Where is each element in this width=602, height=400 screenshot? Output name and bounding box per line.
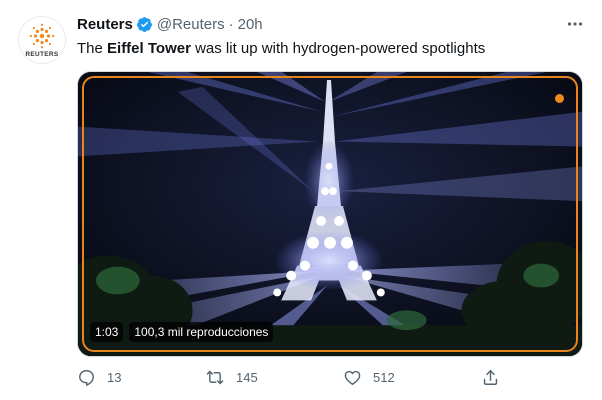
share-button[interactable] (481, 368, 500, 387)
like-button[interactable]: 512 (343, 368, 395, 387)
tweet-timestamp[interactable]: 20h (238, 16, 263, 33)
header-separator: · (228, 15, 234, 33)
like-count: 512 (373, 370, 395, 385)
tweet-text-bold: Eiffel Tower (107, 40, 191, 57)
retweet-icon (206, 370, 224, 385)
tweet-text-start: The (77, 40, 108, 57)
video-player[interactable]: 1:03 100,3 mil reproducciones (77, 71, 583, 357)
author-name[interactable]: Reuters (77, 16, 133, 33)
video-view-count: 100,3 mil reproducciones (129, 322, 274, 342)
reply-count: 13 (107, 370, 122, 385)
video-meta: 1:03 100,3 mil reproducciones (90, 322, 274, 342)
avatar[interactable]: REUTERS (18, 16, 66, 64)
more-button[interactable] (566, 15, 584, 33)
video-frame (78, 72, 582, 356)
tweet-card[interactable]: REUTERS Reuters @Reuters · 20h The Eiffe… (0, 0, 602, 400)
tweet-text-end: was lit up with hydrogen-powered spotlig… (190, 40, 486, 57)
avatar-wordmark: REUTERS (25, 50, 59, 58)
reply-icon (79, 370, 94, 386)
author-handle[interactable]: @Reuters (157, 16, 225, 33)
reply-button[interactable]: 13 (77, 368, 121, 387)
more-icon (567, 22, 583, 26)
heart-icon (344, 370, 361, 385)
tweet-text: The Eiffel Tower was lit up with hydroge… (77, 39, 485, 59)
status-dot (555, 94, 564, 103)
share-icon (483, 370, 498, 385)
retweet-button[interactable]: 145 (205, 368, 258, 387)
verified-badge-icon (136, 16, 152, 32)
retweet-count: 145 (236, 370, 258, 385)
tweet-header: Reuters @Reuters · 20h (77, 14, 263, 34)
reuters-logo (29, 23, 55, 48)
tweet-actions: 13 145 512 (77, 368, 517, 390)
video-duration: 1:03 (90, 322, 124, 342)
